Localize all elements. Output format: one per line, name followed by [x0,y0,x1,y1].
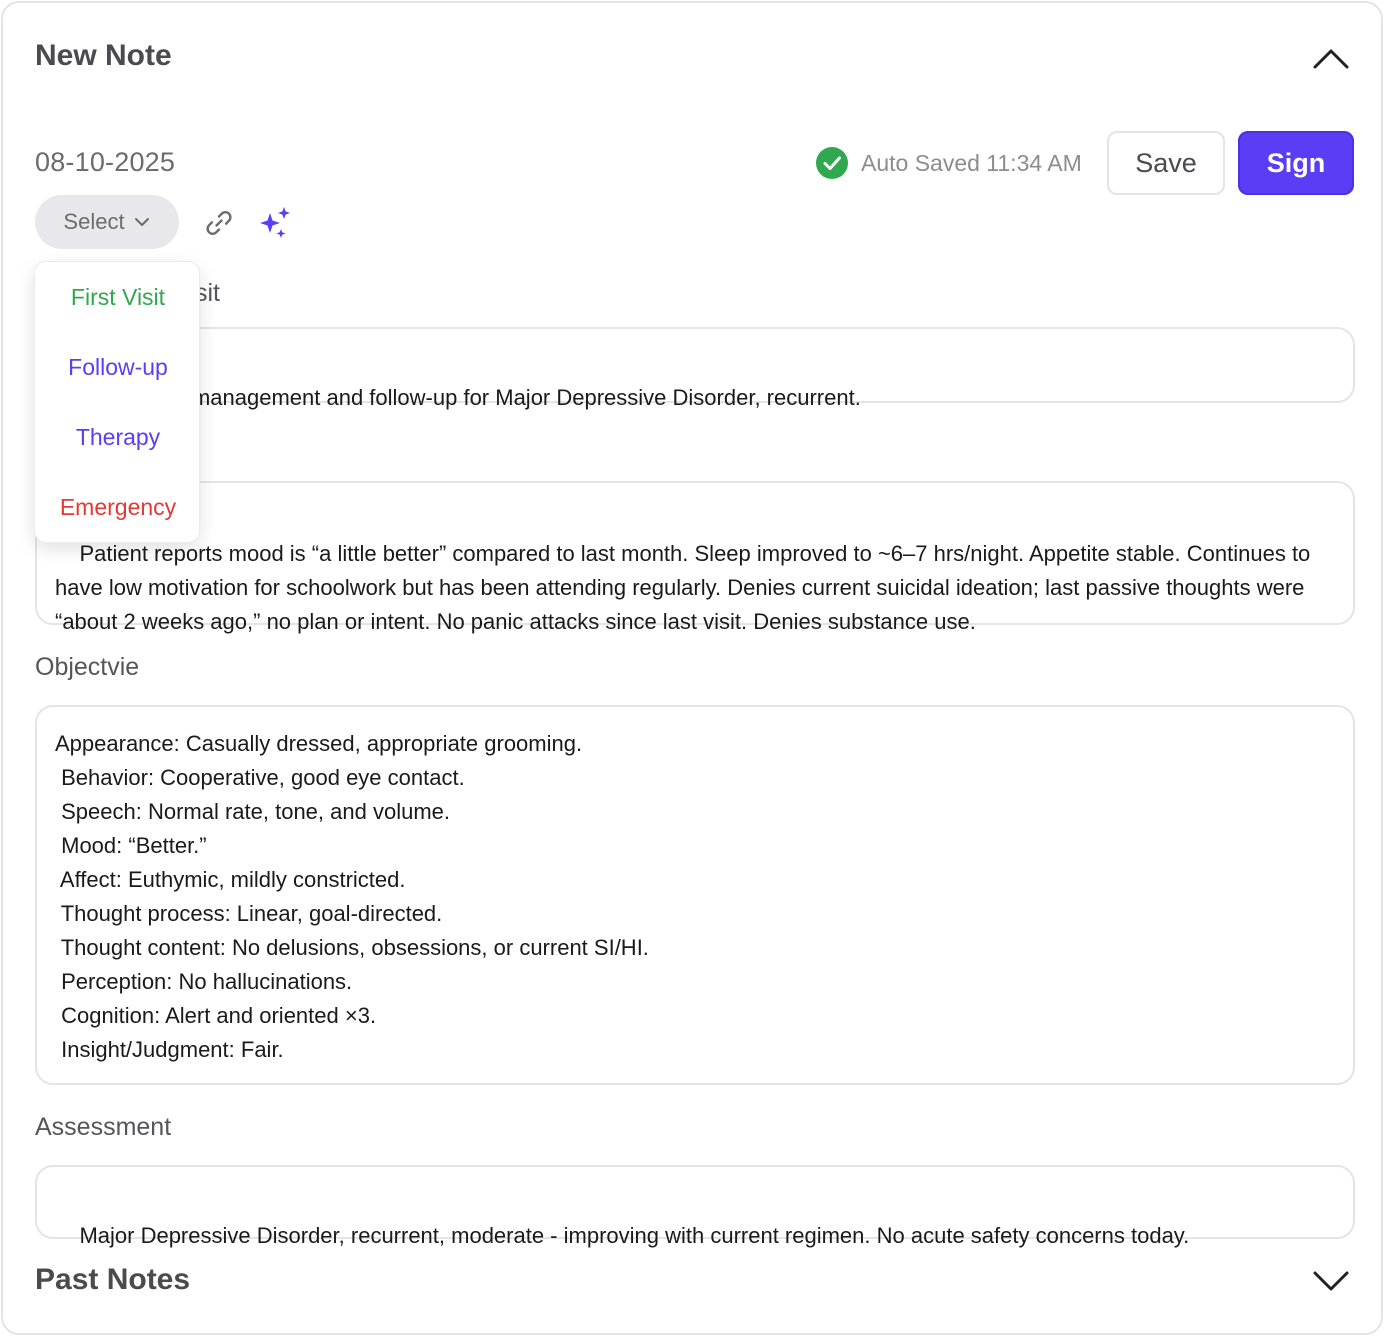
objective-field[interactable]: Appearance: Casually dressed, appropriat… [35,705,1355,1085]
chevron-up-icon[interactable] [1311,43,1351,73]
select-label: Select [63,209,125,234]
assessment-text: Major Depressive Disorder, recurrent, mo… [79,1223,1190,1248]
subjective-text: Patient reports mood is “a little better… [55,541,1317,634]
dropdown-option-emergency[interactable]: Emergency [35,494,201,521]
assessment-field[interactable]: Major Depressive Disorder, recurrent, mo… [35,1165,1355,1248]
objective-line: Appearance: Casually dressed, appropriat… [55,731,583,756]
objective-line: Insight/Judgment: Fair. [55,1037,284,1062]
sparkles-icon[interactable] [257,205,293,241]
objective-line: Behavior: Cooperative, good eye contact. [55,765,465,790]
assessment-label: Assessment [35,1113,172,1141]
sign-button[interactable]: Sign [1238,131,1354,195]
objective-label: Objectvie [35,653,140,681]
new-note-card: New Note 08-10-2025 Auto Saved 11:34 AM … [1,1,1383,1335]
objective-line: Thought content: No delusions, obsession… [55,935,649,960]
dropdown-option-therapy[interactable]: Therapy [35,424,201,451]
note-date: 08-10-2025 [35,147,176,177]
objective-line: Perception: No hallucinations. [55,969,353,994]
paperclip-icon[interactable] [203,207,235,239]
dropdown-option-follow-up[interactable]: Follow-up [35,354,201,381]
past-notes-title: Past Notes [35,1263,191,1296]
check-circle-icon [816,147,848,179]
objective-line: Mood: “Better.” [55,833,207,858]
dropdown-option-first-visit[interactable]: First Visit [35,284,201,311]
page-title: New Note [35,39,172,72]
subjective-field[interactable]: Patient reports mood is “a little better… [35,481,1355,634]
autosave-status: Auto Saved 11:34 AM [815,147,1082,179]
autosave-text: Auto Saved 11:34 AM [861,149,1082,176]
objective-line: Affect: Euthymic, mildly constricted. [55,867,406,892]
objective-line: Thought process: Linear, goal-directed. [55,901,443,926]
visit-type-dropdown: First Visit Follow-up Therapy Emergency [34,261,200,543]
objective-line: Speech: Normal rate, tone, and volume. [55,799,450,824]
visit-type-select[interactable]: Select [35,195,179,249]
chevron-down-icon [134,218,149,226]
save-button[interactable]: Save [1107,131,1225,195]
chevron-down-icon[interactable] [1311,1267,1351,1297]
visit-reason-field[interactable]: Medication management and follow-up for … [35,327,1355,410]
objective-line: Cognition: Alert and oriented ×3. [55,1003,377,1028]
